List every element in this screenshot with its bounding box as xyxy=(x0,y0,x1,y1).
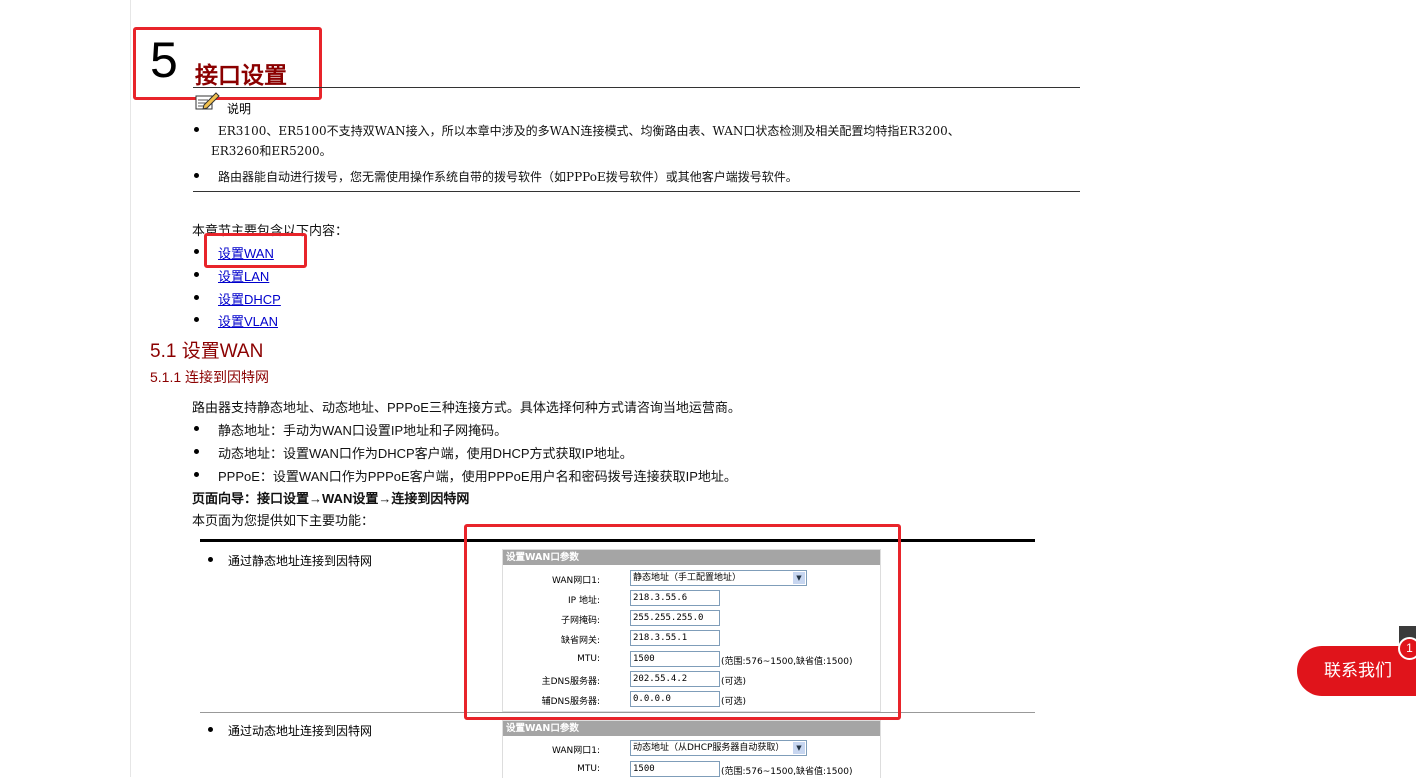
section-title: 5.1 设置WAN xyxy=(150,341,264,362)
toc-wan-highlight-box xyxy=(204,233,307,268)
bullet-dot xyxy=(194,449,199,454)
toc-link-vlan[interactable]: 设置VLAN xyxy=(218,311,278,330)
bullet-dot xyxy=(194,249,199,254)
mode-dynamic-text: 动态地址：设置WAN口作为DHCP客户端，使用DHCP方式获取IP地址。 xyxy=(218,446,633,461)
wan-port-label: WAN网口1: xyxy=(551,746,600,756)
mode-static-text: 静态地址：手动为WAN口设置IP地址和子网掩码。 xyxy=(218,423,508,438)
dynamic-wan-config-screenshot: 设置WAN口参数 WAN网口1: 动态地址（从DHCP服务器自动获取） ▼ MT… xyxy=(502,720,881,778)
heading-rule xyxy=(193,87,1080,88)
panel-header: 设置WAN口参数 xyxy=(503,721,880,736)
mtu-input[interactable]: 1500 xyxy=(630,761,720,777)
page-nav-path: 页面向导：接口设置→WAN设置→连接到因特网 xyxy=(192,491,470,506)
bullet-dot xyxy=(194,173,199,178)
mode-pppoe-text: PPPoE：设置WAN口作为PPPoE客户端，使用PPPoE用户名和密码拨号连接… xyxy=(218,469,737,484)
mtu-hint: (范围:576~1500,缺省值:1500) xyxy=(721,767,853,777)
bullet-dot xyxy=(208,557,213,562)
mtu-label: MTU: xyxy=(577,764,600,774)
chevron-down-icon: ▼ xyxy=(793,742,805,754)
notification-badge: 1 xyxy=(1398,637,1416,660)
bullet-dot xyxy=(194,317,199,322)
chapter-highlight-box xyxy=(133,27,322,100)
bullet-dot xyxy=(208,727,213,732)
note-text-1: ER3100、ER5100不支持双WAN接入，所以本章中涉及的多WAN连接模式、… xyxy=(218,124,960,138)
bullet-dot xyxy=(194,127,199,132)
subsection-title: 5.1.1 连接到因特网 xyxy=(150,369,270,385)
section-intro: 路由器支持静态地址、动态地址、PPPoE三种连接方式。具体选择何种方式请咨询当地… xyxy=(192,400,741,415)
note-pencil-icon xyxy=(195,92,220,110)
features-intro: 本页面为您提供如下主要功能： xyxy=(192,513,375,528)
static-config-highlight-box xyxy=(464,524,901,720)
note-label: 说明 xyxy=(227,102,252,116)
page-left-border xyxy=(130,0,131,777)
bullet-dot xyxy=(194,426,199,431)
wan-mode-value: 动态地址（从DHCP服务器自动获取） xyxy=(633,743,785,753)
contact-us-button[interactable]: 联系我们 xyxy=(1297,646,1416,696)
toc-link-lan[interactable]: 设置LAN xyxy=(218,266,269,285)
feature-label-static: 通过静态地址连接到因特网 xyxy=(228,554,373,568)
note-end-rule xyxy=(193,191,1080,192)
note-text-1-cont: ER3260和ER5200。 xyxy=(211,144,332,158)
feature-label-dynamic: 通过动态地址连接到因特网 xyxy=(228,724,373,738)
note-text-2: 路由器能自动进行拨号，您无需使用操作系统自带的拨号软件（如PPPoE拨号软件）或… xyxy=(218,170,798,184)
toc-link-dhcp[interactable]: 设置DHCP xyxy=(218,289,281,308)
mtu-row: MTU: 1500 (范围:576~1500,缺省值:1500) xyxy=(503,761,880,777)
wan-port-row: WAN网口1: 动态地址（从DHCP服务器自动获取） ▼ xyxy=(503,740,880,756)
bullet-dot xyxy=(194,472,199,477)
bullet-dot xyxy=(194,272,199,277)
bullet-dot xyxy=(194,295,199,300)
wan-mode-select[interactable]: 动态地址（从DHCP服务器自动获取） ▼ xyxy=(630,740,807,756)
